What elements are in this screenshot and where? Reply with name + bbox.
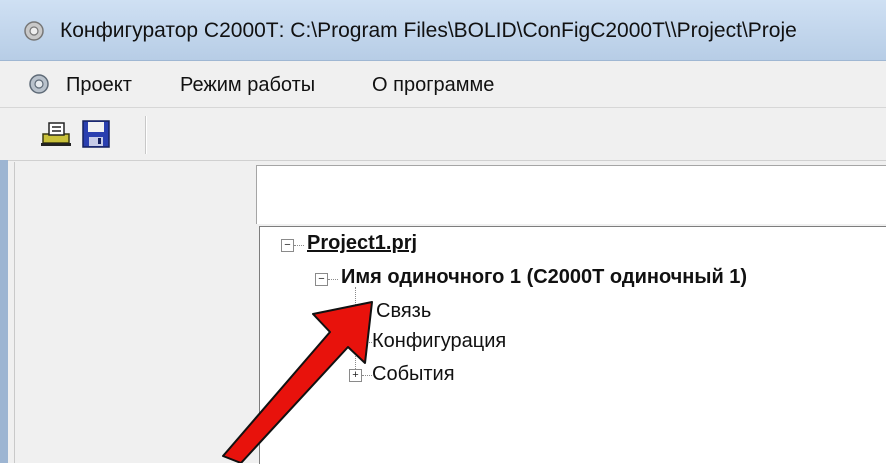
red-arrow-pointer-icon: [222, 301, 373, 463]
app-window: Конфигуратор С2000Т: C:\Program Files\BO…: [0, 0, 886, 464]
